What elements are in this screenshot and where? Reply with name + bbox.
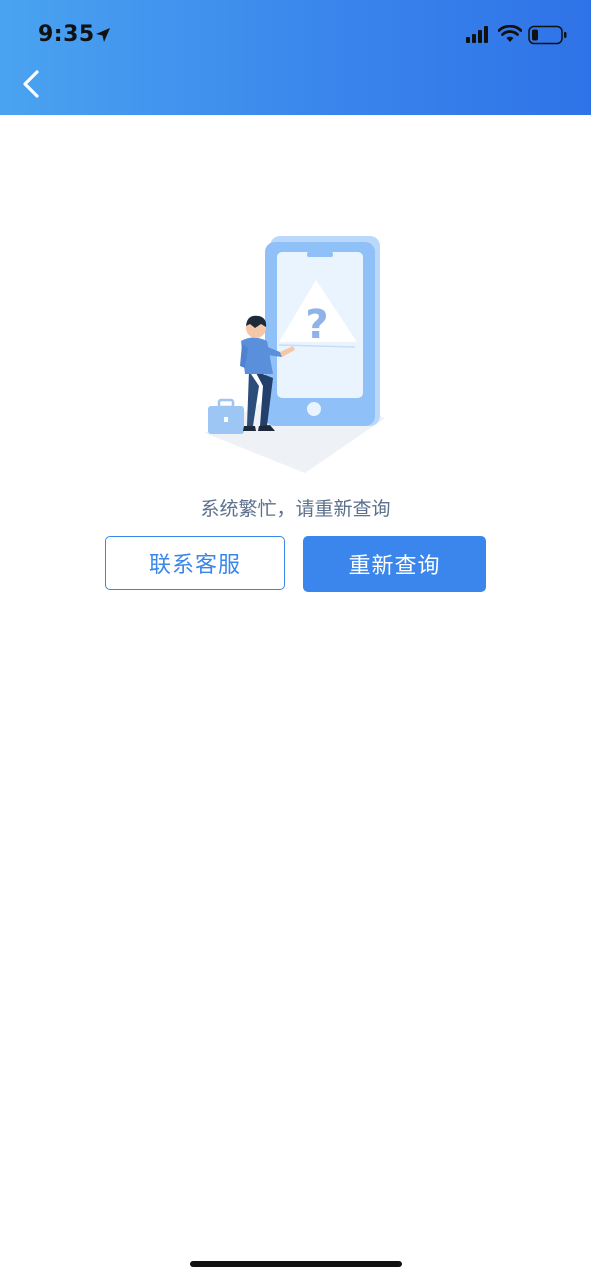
status-time: 9:35: [38, 22, 95, 47]
battery-icon: [528, 25, 567, 45]
cellular-signal-icon: [466, 26, 488, 43]
contact-support-button[interactable]: 联系客服: [105, 536, 285, 590]
back-button[interactable]: [12, 64, 52, 104]
home-indicator: [190, 1261, 402, 1267]
busy-illustration: ?: [205, 236, 385, 473]
status-message: 系统繁忙，请重新查询: [200, 498, 391, 520]
retry-query-button[interactable]: 重新查询: [303, 536, 486, 592]
header-bar: 9:35: [0, 0, 591, 115]
location-arrow-icon: [96, 28, 110, 42]
svg-text:?: ?: [305, 302, 328, 348]
wifi-icon: [498, 25, 522, 42]
